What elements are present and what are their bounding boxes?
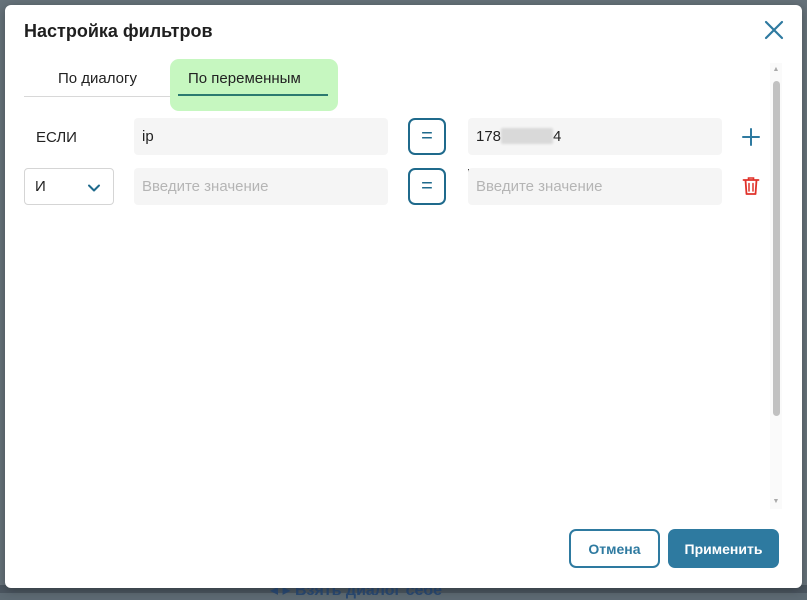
equals-sign: = [421, 175, 433, 197]
trash-icon [742, 177, 760, 195]
value-suffix: 4 [553, 128, 562, 145]
tab-by-dialog[interactable]: По диалогу [58, 70, 137, 87]
condition-if-label: ЕСЛИ [36, 129, 77, 146]
plus-icon [742, 128, 760, 146]
chevron-down-icon [88, 184, 100, 192]
value-input-placeholder: Введите значение [476, 178, 603, 195]
scrollbar-thumb[interactable] [773, 81, 780, 416]
dialog-title: Настройка фильтров [24, 21, 213, 41]
cancel-button[interactable]: Отмена [569, 529, 660, 568]
operator-equals-button-1[interactable]: = [408, 118, 446, 155]
variable-input-placeholder: Введите значение [142, 178, 269, 195]
close-icon [764, 20, 784, 40]
scroll-up-arrow-icon[interactable]: ▲ [770, 65, 782, 75]
vertical-scrollbar[interactable]: ▲ ▼ [770, 63, 782, 509]
variable-input-2[interactable]: Введите значение [134, 168, 388, 205]
equals-sign: = [421, 125, 433, 147]
value-input-2[interactable]: Введите значение [468, 168, 722, 205]
operator-equals-button-2[interactable]: = [408, 168, 446, 205]
active-tab-indicator [178, 94, 328, 96]
scroll-down-arrow-icon[interactable]: ▼ [770, 497, 782, 507]
value-input-1[interactable]: 178 4 [468, 118, 722, 155]
add-condition-button[interactable] [740, 126, 762, 148]
value-prefix: 178 [476, 128, 502, 145]
delete-condition-button[interactable] [742, 176, 760, 196]
close-button[interactable] [763, 19, 785, 41]
apply-button[interactable]: Применить [668, 529, 779, 568]
tab-by-variables[interactable]: По переменным [188, 70, 301, 87]
variable-input-1[interactable]: ip [134, 118, 388, 155]
logic-operator-value: И [35, 178, 46, 195]
filter-settings-dialog: Настройка фильтров По диалогу По перемен… [5, 5, 802, 588]
logic-operator-select[interactable]: И [24, 168, 114, 205]
variable-value: ip [142, 128, 154, 145]
redacted-value [501, 128, 554, 144]
